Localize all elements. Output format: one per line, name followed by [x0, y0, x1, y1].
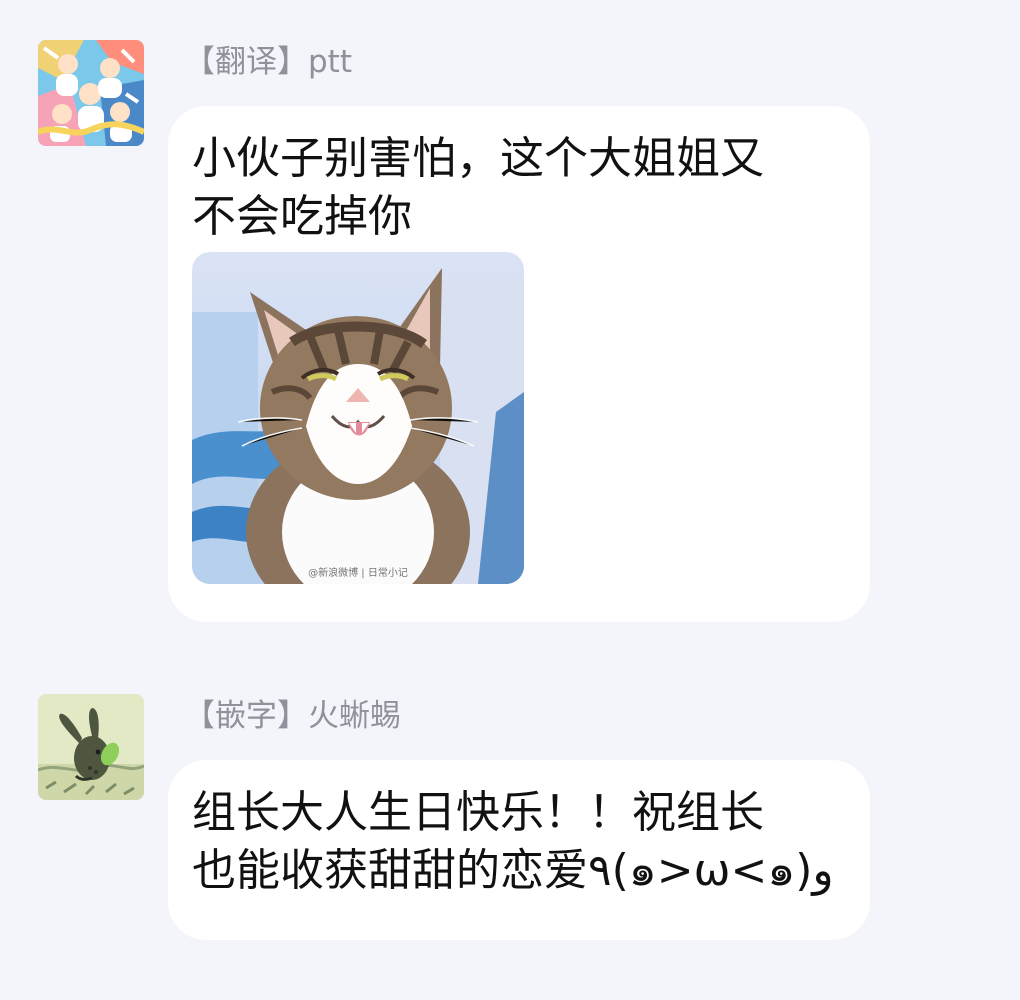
- sender-name: 火蜥蜴: [308, 698, 401, 734]
- message-bubble[interactable]: 组长大人生日快乐！！祝组长 也能收获甜甜的恋爱٩(๑>ω<๑)و: [168, 760, 870, 940]
- anime-group-avatar[interactable]: [38, 40, 144, 146]
- sender-label: 【嵌字】火蜥蜴: [184, 696, 401, 736]
- message-text: 小伙子别害怕，这个大姐姐又 不会吃掉你: [192, 133, 764, 242]
- rabbit-avatar[interactable]: [38, 694, 144, 800]
- message-text: 组长大人生日快乐！！祝组长 也能收获甜甜的恋爱٩(๑>ω<๑)و: [192, 787, 834, 896]
- cat-smirk-sticker[interactable]: @新浪微博 | 日常小记: [192, 252, 524, 584]
- sender-label: 【翻译】ptt: [184, 42, 352, 82]
- sender-tag: 【翻译】: [184, 44, 308, 80]
- sender-tag: 【嵌字】: [184, 698, 308, 734]
- message-bubble[interactable]: 小伙子别害怕，这个大姐姐又 不会吃掉你 @新浪微博 | 日常小记: [168, 106, 870, 622]
- sticker-watermark: @新浪微博 | 日常小记: [308, 568, 408, 579]
- sender-name: ptt: [308, 44, 352, 80]
